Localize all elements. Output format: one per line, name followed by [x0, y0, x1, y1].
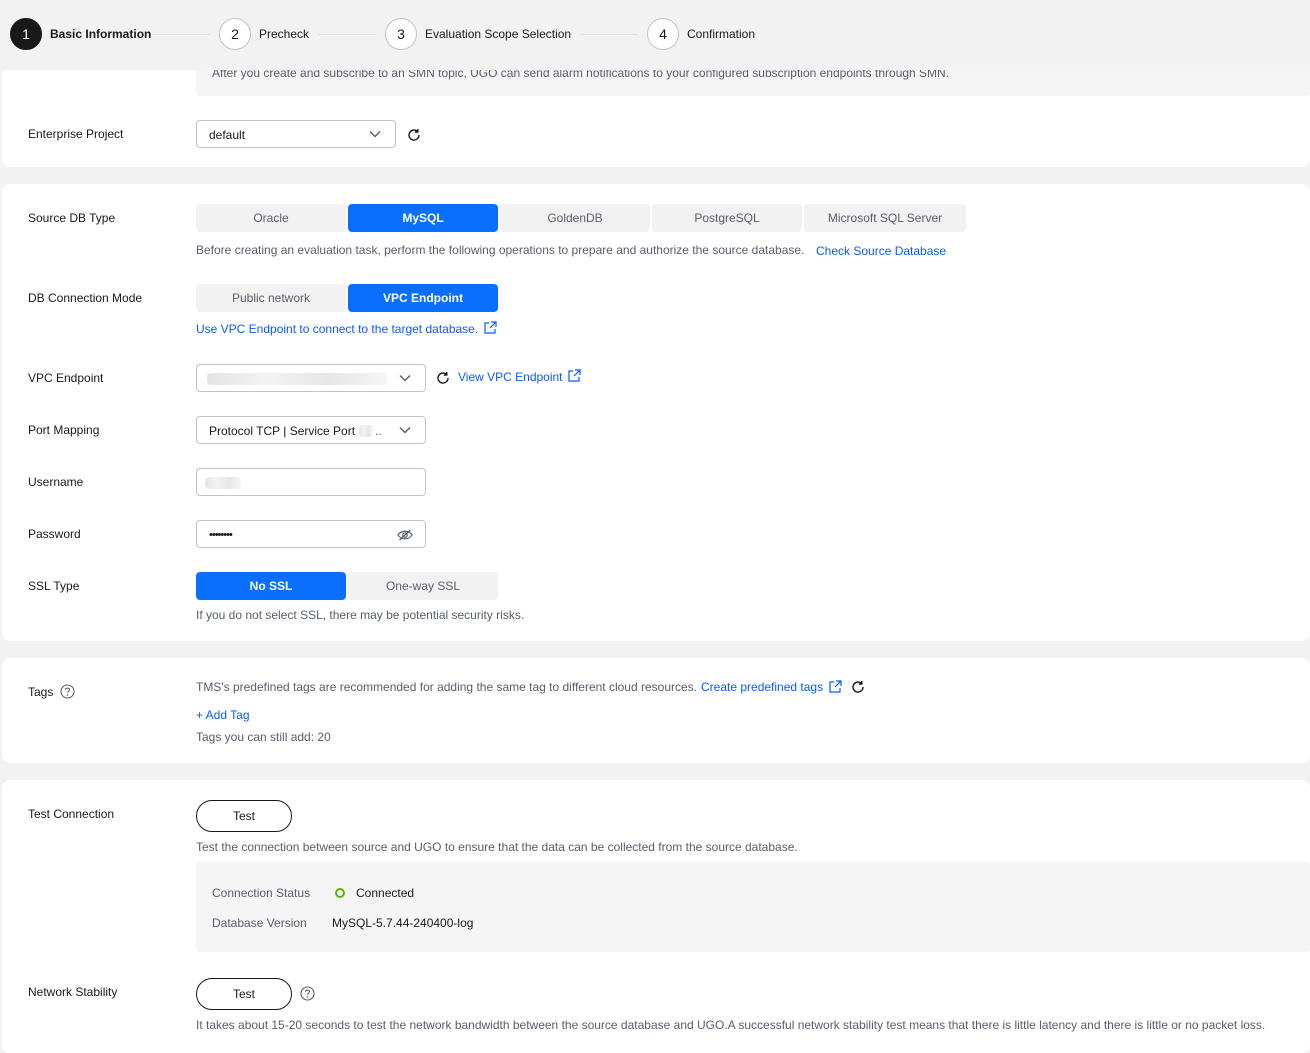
- network-stability-hint: It takes about 15-20 seconds to test the…: [196, 1018, 1266, 1032]
- db-type-sqlserver[interactable]: Microsoft SQL Server: [804, 204, 966, 232]
- external-link-icon[interactable]: [484, 321, 497, 334]
- redacted-value: [205, 477, 241, 489]
- step-3-circle: 3: [385, 18, 417, 50]
- vpc-endpoint-doc-link[interactable]: Use VPC Endpoint to connect to the targe…: [196, 322, 478, 336]
- port-mapping-label: Port Mapping: [28, 423, 100, 437]
- network-stability-label: Network Stability: [28, 985, 118, 999]
- refresh-icon[interactable]: [406, 127, 422, 143]
- password-label: Password: [28, 527, 81, 541]
- chevron-down-icon: [399, 427, 411, 434]
- password-value: ••••••••: [209, 529, 233, 541]
- db-type-oracle[interactable]: Oracle: [196, 204, 346, 232]
- ssl-hint: If you do not select SSL, there may be p…: [196, 608, 525, 622]
- test-connection-label: Test Connection: [28, 807, 115, 821]
- db-type-postgresql[interactable]: PostgreSQL: [652, 204, 802, 232]
- port-mapping-value: Protocol TCP | Service Port: [209, 424, 356, 438]
- connection-result-box: Connection Status Connected Database Ver…: [196, 862, 1310, 952]
- refresh-icon[interactable]: [435, 370, 451, 386]
- enterprise-project-value: default: [209, 128, 246, 142]
- chevron-down-icon: [399, 375, 411, 382]
- ssl-type-label: SSL Type: [28, 579, 80, 593]
- tags-card: Tags TMS's predefined tags are recommend…: [2, 658, 1310, 763]
- step-connector: [318, 34, 376, 35]
- database-version-value: MySQL-5.7.44-240400-log: [332, 916, 474, 930]
- step-bar: 1 Basic Information 2 Precheck 3 Evaluat…: [0, 0, 1310, 70]
- help-icon[interactable]: [300, 986, 315, 1001]
- step-2-label: Precheck: [259, 27, 310, 41]
- step-4-circle: 4: [647, 18, 679, 50]
- step-4-label: Confirmation: [687, 27, 756, 41]
- port-mapping-ellipsis: ..: [375, 424, 382, 438]
- ssl-one-way[interactable]: One-way SSL: [348, 572, 498, 600]
- source-db-type-label: Source DB Type: [28, 211, 116, 225]
- mode-vpc-endpoint[interactable]: VPC Endpoint: [348, 284, 498, 312]
- username-input[interactable]: [196, 468, 426, 496]
- add-tag-link[interactable]: + Add Tag: [196, 708, 250, 722]
- db-type-goldendb[interactable]: GoldenDB: [500, 204, 650, 232]
- source-db-hint: Before creating an evaluation task, perf…: [196, 243, 805, 257]
- view-vpc-endpoint-link[interactable]: View VPC Endpoint: [458, 370, 563, 384]
- vpc-endpoint-label: VPC Endpoint: [28, 371, 104, 385]
- source-db-card: Source DB Type Oracle MySQL GoldenDB Pos…: [2, 184, 1310, 641]
- username-label: Username: [28, 475, 84, 489]
- connection-status-label: Connection Status: [212, 886, 311, 900]
- step-2-circle: 2: [219, 18, 251, 50]
- external-link-icon[interactable]: [829, 680, 842, 693]
- test-card: Test Connection Test Test the connection…: [2, 780, 1310, 1053]
- connection-status-value: Connected: [356, 886, 415, 900]
- test-connection-button[interactable]: Test: [196, 800, 292, 832]
- vpc-endpoint-select[interactable]: [196, 364, 426, 392]
- redacted-value: [359, 425, 373, 437]
- eye-off-icon[interactable]: [397, 529, 413, 541]
- redacted-value: [207, 373, 387, 385]
- network-stability-test-button[interactable]: Test: [196, 978, 292, 1010]
- chevron-down-icon: [369, 131, 381, 138]
- tags-remaining: Tags you can still add: 20: [196, 730, 331, 744]
- step-connector: [580, 34, 638, 35]
- help-icon[interactable]: [60, 684, 75, 699]
- tags-hint: TMS's predefined tags are recommended fo…: [196, 680, 698, 694]
- external-link-icon[interactable]: [568, 369, 581, 382]
- refresh-icon[interactable]: [850, 679, 866, 695]
- step-3-label: Evaluation Scope Selection: [425, 27, 572, 41]
- test-connection-hint: Test the connection between source and U…: [196, 840, 798, 854]
- enterprise-project-label: Enterprise Project: [28, 127, 124, 141]
- db-type-mysql[interactable]: MySQL: [348, 204, 498, 232]
- database-version-label: Database Version: [212, 916, 307, 930]
- enterprise-project-select[interactable]: default: [196, 120, 396, 148]
- port-mapping-select[interactable]: Protocol TCP | Service Port ..: [196, 416, 426, 444]
- tags-label: Tags: [28, 685, 54, 699]
- success-status-icon: [335, 888, 345, 898]
- step-connector: [152, 34, 210, 35]
- create-predefined-tags-link[interactable]: Create predefined tags: [701, 680, 823, 694]
- connection-mode-label: DB Connection Mode: [28, 291, 143, 305]
- password-input[interactable]: ••••••••: [196, 520, 426, 548]
- ssl-no-ssl[interactable]: No SSL: [196, 572, 346, 600]
- step-1-label: Basic Information: [50, 27, 152, 41]
- check-source-db-link[interactable]: Check Source Database: [816, 244, 946, 258]
- step-1-circle: 1: [10, 18, 42, 50]
- mode-public-network[interactable]: Public network: [196, 284, 346, 312]
